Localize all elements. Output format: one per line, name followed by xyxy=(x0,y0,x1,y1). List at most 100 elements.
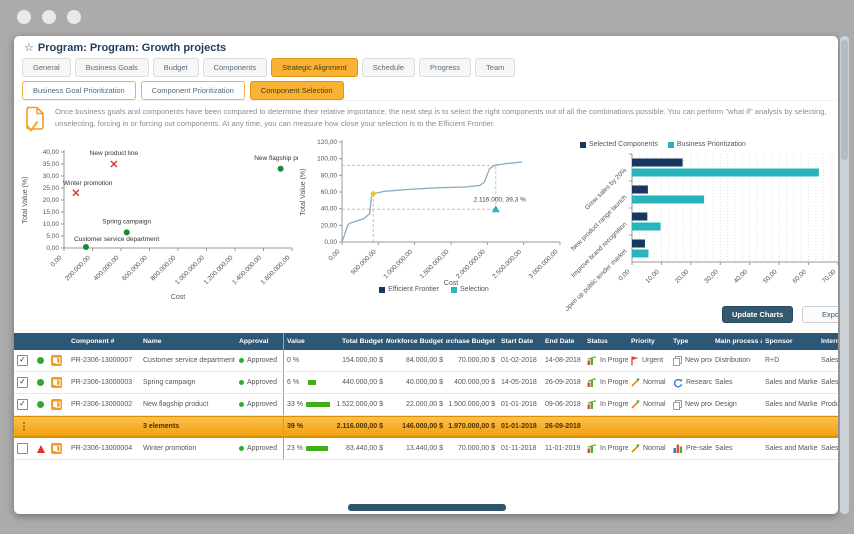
column-header-priority[interactable]: Priority xyxy=(628,333,670,350)
row-checkbox[interactable]: ✓ xyxy=(17,377,28,388)
cell-workforce: 146.000,00 $ xyxy=(402,423,443,430)
svg-text:30,00: 30,00 xyxy=(703,268,720,285)
group-handle-icon: ⋮ xyxy=(19,421,29,431)
column-header-type[interactable]: Type xyxy=(670,333,712,350)
cell-total: 440.000,00 $ xyxy=(342,379,383,386)
components-table: Component # Name Approval Value Total Budget… xyxy=(14,333,838,460)
column-header-main[interactable]: Main process affected xyxy=(712,333,762,350)
svg-text:2.000.000,00: 2.000.000,00 xyxy=(455,248,487,280)
proj-icon xyxy=(51,377,62,388)
svg-text:Open up public tender market: Open up public tender market xyxy=(566,248,629,314)
column-header-approval[interactable]: Approval xyxy=(236,333,284,350)
cell-sponsor xyxy=(762,417,818,436)
column-header-status[interactable]: Status xyxy=(584,333,628,350)
table-row[interactable]: ✓ PR-2306-13000007 Customer service depart… xyxy=(14,350,838,372)
column-header-client[interactable]: Internal Client xyxy=(818,333,838,350)
table-summary-row[interactable]: ⋮ 3 elements 39 % 2.116.000,00 $ 146.000,00 … xyxy=(14,416,838,438)
cell-status: In Progre xyxy=(584,438,628,459)
svg-text:Winter promotion: Winter promotion xyxy=(63,180,113,187)
column-header-value[interactable]: Value xyxy=(284,333,330,350)
cell-workforce: 13.440,00 $ xyxy=(406,445,443,452)
cell-priority: Normal xyxy=(628,394,670,415)
info-banner: Once business goals and components have … xyxy=(24,106,830,133)
frontier-chart-legend: Efficient Frontier Selection xyxy=(298,286,570,293)
window-control-dot[interactable] xyxy=(42,10,56,24)
window-control-dot[interactable] xyxy=(67,10,81,24)
cell-value: 0 % xyxy=(287,357,300,364)
row-checkbox[interactable]: ✓ xyxy=(17,399,28,410)
column-header-workforce[interactable]: Workforce Budget xyxy=(386,333,446,350)
svg-text:20,00: 20,00 xyxy=(321,222,338,229)
cell-end: 09-06-2018 xyxy=(545,401,581,408)
table-row[interactable]: ✓ PR-2306-13000002 New flagship product App… xyxy=(14,394,838,416)
svg-text:2.500.000,00: 2.500.000,00 xyxy=(491,248,523,280)
tab-progress[interactable]: Progress xyxy=(419,58,472,77)
legend-item: Efficient Frontier xyxy=(379,286,439,293)
svg-text:120,00: 120,00 xyxy=(317,139,337,146)
column-header-name[interactable]: Name xyxy=(140,333,236,350)
cell-end: 14-08-2018 xyxy=(545,357,581,364)
tab-strategic-alignment[interactable]: Strategic Alignment xyxy=(271,58,358,77)
svg-text:Total Value (%): Total Value (%) xyxy=(300,169,307,216)
svg-text:New product range launch: New product range launch xyxy=(570,194,629,253)
window-control-dot[interactable] xyxy=(17,10,31,24)
cell-start: 01-01-2018 xyxy=(501,423,537,430)
cell-proj xyxy=(48,417,68,436)
table-row[interactable]: PR-2306-13000004 Winter promotion Approved… xyxy=(14,438,838,460)
pages-icon xyxy=(673,399,682,410)
svg-text:0,00: 0,00 xyxy=(46,245,59,252)
efficient-frontier-chart[interactable]: 0,00 20,00 40,00 60,00 80,00 100,00 120,00 0,00… xyxy=(298,136,570,288)
cell-total: 83.440,00 $ xyxy=(346,445,383,452)
tab-general[interactable]: General xyxy=(22,58,71,77)
cell-type xyxy=(670,417,712,436)
column-header-end[interactable]: End Date xyxy=(542,333,584,350)
column-header-purchase[interactable]: Purchase Budget xyxy=(446,333,498,350)
cell-sponsor: Sales and Marke... xyxy=(765,379,818,386)
vertical-scrollbar-thumb[interactable] xyxy=(841,40,848,160)
column-header-start[interactable]: Start Date xyxy=(498,333,542,350)
cell-purchase: 70.000,00 $ xyxy=(458,445,495,452)
row-checkbox[interactable]: ✓ xyxy=(17,355,28,366)
tab-budget[interactable]: Budget xyxy=(152,58,199,77)
vertical-scrollbar[interactable] xyxy=(840,36,849,514)
cell-health xyxy=(34,350,48,371)
svg-text:15,00: 15,00 xyxy=(43,209,60,216)
bars-chart-legend: Selected Components Business Prioritizati… xyxy=(580,141,746,148)
row-checkbox[interactable] xyxy=(17,443,28,454)
business-goal-bar-chart[interactable]: Grow sales by 20%New product range launc… xyxy=(566,150,838,314)
subtab-business-goal-prioritization[interactable]: Business Goal Prioritization xyxy=(22,81,136,100)
cell-start: 01-01-2018 xyxy=(501,401,537,408)
cell-client: Production xyxy=(821,401,838,408)
tab-business-goals[interactable]: Business Goals xyxy=(74,58,149,77)
favorite-star-icon[interactable]: ☆ xyxy=(24,41,34,54)
normal-icon xyxy=(631,378,640,387)
svg-text:0,00: 0,00 xyxy=(324,239,337,246)
cell-client: Sales and Marke... xyxy=(821,445,838,452)
cell-name: 3 elements xyxy=(143,423,180,430)
tab-schedule[interactable]: Schedule xyxy=(361,58,416,77)
horizontal-scrollbar[interactable] xyxy=(348,504,506,511)
export-to-excel-button[interactable]: Export To Excel xyxy=(802,306,838,323)
column-header-sponsor[interactable]: Sponsor xyxy=(762,333,818,350)
cell-sponsor: R+D xyxy=(765,357,780,364)
column-header-total[interactable]: Total Budget xyxy=(330,333,386,350)
cell-proj xyxy=(48,350,68,371)
health-warning-icon xyxy=(37,444,45,453)
subtab-component-prioritization[interactable]: Component Prioritization xyxy=(140,81,245,100)
component-scatter-chart[interactable]: 0,00 5,00 10,00 15,00 20,00 25,00 30,00 35,00 40… xyxy=(20,140,298,302)
cell-health xyxy=(34,372,48,393)
tab-team[interactable]: Team xyxy=(475,58,516,77)
svg-text:60,00: 60,00 xyxy=(321,189,338,196)
cell-client: Sales and Marke... xyxy=(821,357,838,364)
cell-purchase: 1.970.000,00 $ xyxy=(448,423,495,430)
subtab-component-selection[interactable]: Component Selection xyxy=(249,81,344,100)
table-row[interactable]: ✓ PR-2306-13000003 Spring campaign Approved… xyxy=(14,372,838,394)
column-header-id[interactable]: Component # xyxy=(68,333,140,350)
cell-name: Spring campaign xyxy=(143,379,196,386)
cell-approval: Approved xyxy=(236,438,284,459)
tab-components[interactable]: Components xyxy=(202,58,268,77)
update-charts-button[interactable]: Update Charts xyxy=(722,306,794,323)
cell-proj xyxy=(48,438,68,459)
cell-proj xyxy=(48,394,68,415)
cell-chk xyxy=(14,438,34,459)
